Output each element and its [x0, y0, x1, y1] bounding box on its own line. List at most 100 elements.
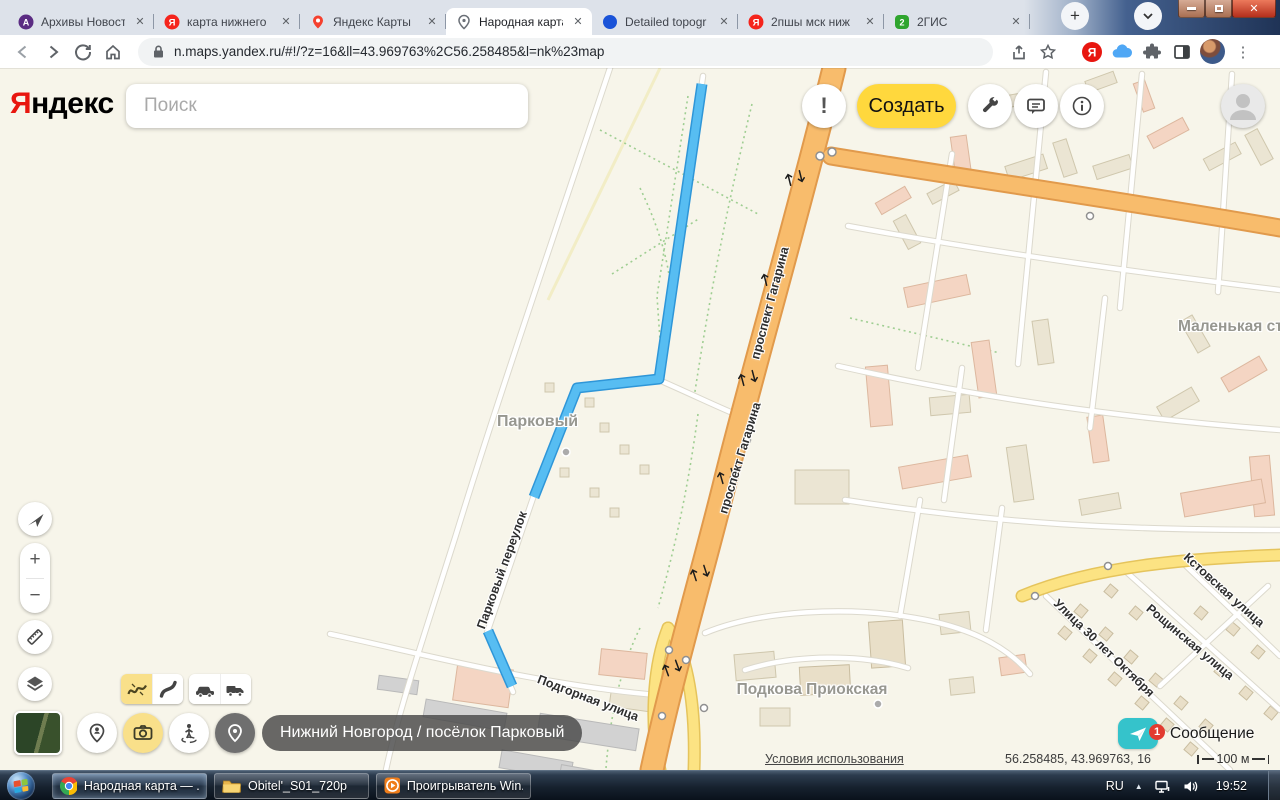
curve-road-icon: [157, 679, 179, 699]
chrome-icon: [60, 777, 77, 795]
window-restore-button[interactable]: [1205, 0, 1232, 18]
photos-button[interactable]: [123, 713, 163, 753]
url-bar[interactable]: n.maps.yandex.ru/#!/?z=16&ll=43.969763%2…: [138, 38, 993, 66]
windows-taskbar: Народная карта — ... Obitel'_S01_720p Пр…: [0, 770, 1280, 800]
info-button[interactable]: [1060, 84, 1104, 128]
blue-dot-favicon-icon: [602, 14, 618, 30]
yandex-extension-icon[interactable]: Я: [1077, 38, 1107, 66]
chat-icon: [1024, 94, 1048, 118]
layers-button[interactable]: [18, 667, 52, 701]
ruler-button[interactable]: [18, 620, 52, 654]
yandex-favicon-icon: Я: [748, 14, 764, 30]
feedback-button[interactable]: [1014, 84, 1058, 128]
alerts-button[interactable]: !: [802, 84, 846, 128]
clock[interactable]: 19:52: [1216, 779, 1247, 793]
terms-link[interactable]: Условия использования: [765, 752, 904, 766]
truck-mode-button[interactable]: [220, 674, 251, 704]
tab-search-chevron-icon[interactable]: [1134, 2, 1162, 30]
browser-toolbar: n.maps.yandex.ru/#!/?z=16&ll=43.969763%2…: [0, 35, 1280, 68]
start-button[interactable]: [7, 772, 35, 800]
current-location-pill[interactable]: Нижний Новгород / посёлок Парковый: [262, 715, 582, 751]
folder-icon: [222, 778, 241, 794]
extensions-puzzle-icon[interactable]: [1137, 38, 1167, 66]
back-icon[interactable]: [8, 38, 38, 66]
taskbar-media-player-button[interactable]: Проигрыватель Win...: [376, 773, 531, 799]
zoom-in-button[interactable]: +: [20, 543, 50, 578]
tray-expand-icon[interactable]: ▲: [1135, 782, 1143, 791]
drop-pin-button[interactable]: [215, 713, 255, 753]
forward-icon[interactable]: [38, 38, 68, 66]
tab-title: карта нижнего: [187, 15, 271, 29]
tab-yandex-maps[interactable]: Яндекс Карты ✕: [300, 8, 446, 35]
layers-icon: [23, 672, 47, 696]
svg-text:2: 2: [899, 17, 904, 27]
draw-line-button[interactable]: [152, 674, 183, 704]
archive-favicon-icon: А: [18, 14, 34, 30]
tab-close-icon[interactable]: ✕: [424, 14, 440, 30]
tab-narodnaya-karta[interactable]: Народная карта ✕: [446, 8, 592, 35]
satellite-layer-thumbnail[interactable]: [14, 711, 62, 755]
share-icon[interactable]: [1003, 38, 1033, 66]
new-tab-button[interactable]: +: [1061, 2, 1089, 30]
yandex-logo[interactable]: Яндекс: [10, 87, 114, 121]
panorama-button[interactable]: [169, 713, 209, 753]
screen: А Архивы Новост ✕ Я карта нижнего ✕ Янде…: [0, 0, 1280, 800]
browser-menu-icon[interactable]: ⋮: [1228, 38, 1258, 66]
window-close-button[interactable]: ✕: [1232, 0, 1276, 18]
tab-detailed-topo[interactable]: Detailed topogr ✕: [592, 8, 738, 35]
language-indicator[interactable]: RU: [1106, 779, 1124, 793]
edit-roads-button[interactable]: [121, 674, 152, 704]
volume-icon[interactable]: [1182, 779, 1199, 794]
taskbar-chrome-button[interactable]: Народная карта — ...: [52, 773, 207, 799]
user-avatar-button[interactable]: [1221, 84, 1265, 128]
map-pin-favicon-icon: [310, 14, 326, 30]
tab-strip: А Архивы Новост ✕ Я карта нижнего ✕ Янде…: [0, 0, 1280, 35]
tab-title: Архивы Новост: [41, 15, 125, 29]
home-icon[interactable]: [98, 38, 128, 66]
tab-yandex-search[interactable]: Я карта нижнего ✕: [154, 8, 300, 35]
assignments-button[interactable]: [77, 713, 117, 753]
car-mode-button[interactable]: [189, 674, 220, 704]
tab-2gis[interactable]: 2 2ГИС ✕: [884, 8, 1030, 35]
truck-icon: [224, 679, 248, 699]
map-coordinates: 56.258485, 43.969763, 16: [1005, 752, 1151, 766]
network-icon[interactable]: [1154, 779, 1171, 794]
svg-text:Я: Я: [1088, 45, 1097, 59]
svg-text:А: А: [23, 17, 30, 27]
cloud-extension-icon[interactable]: [1107, 38, 1137, 66]
tab-close-icon[interactable]: ✕: [132, 14, 148, 30]
search-box: [126, 84, 528, 128]
paper-plane-icon: [1127, 724, 1149, 744]
side-panel-icon[interactable]: [1167, 38, 1197, 66]
media-player-icon: [384, 777, 400, 794]
map-scale: 100 м: [1197, 752, 1269, 766]
taskbar-folder-button[interactable]: Obitel'_S01_720p: [214, 773, 369, 799]
svg-text:Я: Я: [169, 17, 176, 28]
tab-title: Яндекс Карты: [333, 15, 417, 29]
tab-close-icon[interactable]: ✕: [716, 14, 732, 30]
message-label[interactable]: Сообщение: [1170, 725, 1254, 743]
reload-icon[interactable]: [68, 38, 98, 66]
squiggle-road-icon: [126, 679, 148, 699]
search-input[interactable]: [126, 84, 528, 128]
yandex-favicon-icon: Я: [164, 14, 180, 30]
tools-button[interactable]: [968, 84, 1012, 128]
pin-icon: [223, 721, 247, 745]
zoom-out-button[interactable]: −: [20, 579, 50, 614]
locate-me-button[interactable]: [18, 502, 52, 536]
lock-icon: [152, 44, 165, 59]
tab-close-icon[interactable]: ✕: [1008, 14, 1024, 30]
bookmark-star-icon[interactable]: [1033, 38, 1063, 66]
profile-avatar[interactable]: [1200, 39, 1225, 64]
map-graphics: [0, 68, 1280, 770]
map-canvas[interactable]: Парковый Парковый переулок проспект Гага…: [0, 68, 1280, 770]
tab-archive[interactable]: А Архивы Новост ✕: [8, 8, 154, 35]
tab-yandex-search-2[interactable]: Я 2пшы мск ниж ✕: [738, 8, 884, 35]
create-button[interactable]: Создать: [857, 84, 956, 128]
tab-close-icon[interactable]: ✕: [570, 14, 586, 30]
window-minimize-button[interactable]: [1178, 0, 1205, 18]
show-desktop-button[interactable]: [1268, 771, 1280, 800]
tab-close-icon[interactable]: ✕: [278, 14, 294, 30]
tab-title: Народная карта: [479, 15, 563, 29]
tab-close-icon[interactable]: ✕: [862, 14, 878, 30]
